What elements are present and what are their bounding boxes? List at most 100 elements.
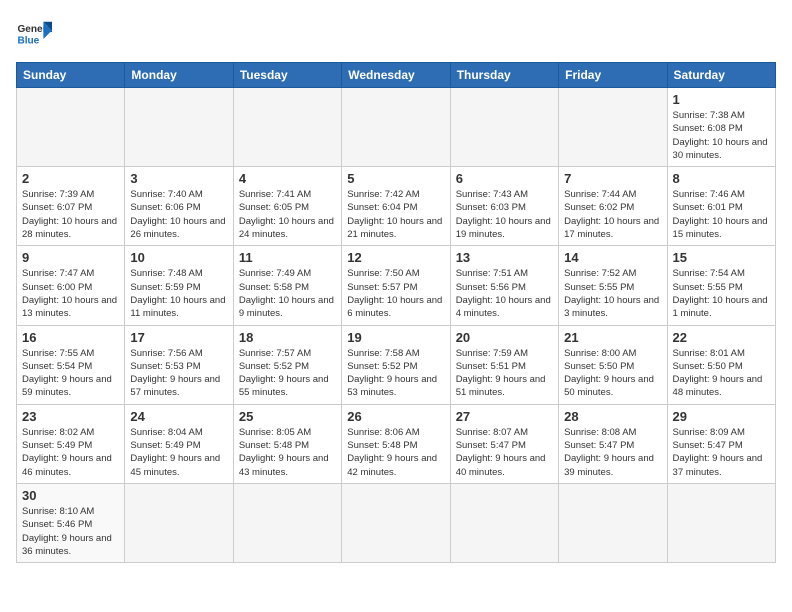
page-header: General Blue (16, 16, 776, 52)
calendar-cell: 25 Sunrise: 8:05 AM Sunset: 5:48 PM Dayli… (233, 404, 341, 483)
day-number: 28 (564, 409, 661, 424)
calendar-cell: 26 Sunrise: 8:06 AM Sunset: 5:48 PM Dayli… (342, 404, 450, 483)
day-info: Sunrise: 7:50 AM Sunset: 5:57 PM Dayligh… (347, 267, 444, 320)
calendar-cell (17, 88, 125, 167)
calendar-cell: 14 Sunrise: 7:52 AM Sunset: 5:55 PM Dayli… (559, 246, 667, 325)
day-info: Sunrise: 7:57 AM Sunset: 5:52 PM Dayligh… (239, 347, 336, 400)
day-number: 12 (347, 250, 444, 265)
logo-icon: General Blue (16, 16, 52, 52)
day-number: 29 (673, 409, 770, 424)
day-number: 8 (673, 171, 770, 186)
weekday-header: Sunday (17, 63, 125, 88)
day-number: 4 (239, 171, 336, 186)
calendar-cell: 2 Sunrise: 7:39 AM Sunset: 6:07 PM Daylig… (17, 167, 125, 246)
calendar-cell: 18 Sunrise: 7:57 AM Sunset: 5:52 PM Dayli… (233, 325, 341, 404)
calendar-cell: 8 Sunrise: 7:46 AM Sunset: 6:01 PM Daylig… (667, 167, 775, 246)
calendar-cell (559, 483, 667, 562)
day-number: 19 (347, 330, 444, 345)
day-info: Sunrise: 7:44 AM Sunset: 6:02 PM Dayligh… (564, 188, 661, 241)
calendar-cell (667, 483, 775, 562)
day-info: Sunrise: 7:48 AM Sunset: 5:59 PM Dayligh… (130, 267, 227, 320)
calendar-cell: 20 Sunrise: 7:59 AM Sunset: 5:51 PM Dayli… (450, 325, 558, 404)
calendar-cell: 7 Sunrise: 7:44 AM Sunset: 6:02 PM Daylig… (559, 167, 667, 246)
day-number: 20 (456, 330, 553, 345)
day-info: Sunrise: 7:56 AM Sunset: 5:53 PM Dayligh… (130, 347, 227, 400)
day-info: Sunrise: 7:58 AM Sunset: 5:52 PM Dayligh… (347, 347, 444, 400)
calendar-cell: 27Sunrise: 8:07 AM Sunset: 5:47 PM Dayli… (450, 404, 558, 483)
calendar-cell (125, 88, 233, 167)
calendar-cell: 5 Sunrise: 7:42 AM Sunset: 6:04 PM Daylig… (342, 167, 450, 246)
day-info: Sunrise: 7:40 AM Sunset: 6:06 PM Dayligh… (130, 188, 227, 241)
day-number: 9 (22, 250, 119, 265)
day-info: Sunrise: 8:08 AM Sunset: 5:47 PM Dayligh… (564, 426, 661, 479)
day-info: Sunrise: 8:05 AM Sunset: 5:48 PM Dayligh… (239, 426, 336, 479)
logo: General Blue (16, 16, 56, 52)
weekday-header: Monday (125, 63, 233, 88)
day-info: Sunrise: 7:55 AM Sunset: 5:54 PM Dayligh… (22, 347, 119, 400)
day-number: 3 (130, 171, 227, 186)
weekday-header: Tuesday (233, 63, 341, 88)
day-number: 30 (22, 488, 119, 503)
day-number: 7 (564, 171, 661, 186)
day-info: Sunrise: 8:09 AM Sunset: 5:47 PM Dayligh… (673, 426, 770, 479)
day-number: 18 (239, 330, 336, 345)
day-info: Sunrise: 7:54 AM Sunset: 5:55 PM Dayligh… (673, 267, 770, 320)
day-number: 15 (673, 250, 770, 265)
calendar-cell: 30 Sunrise: 8:10 AM Sunset: 5:46 PM Dayli… (17, 483, 125, 562)
day-number: 11 (239, 250, 336, 265)
day-info: Sunrise: 8:06 AM Sunset: 5:48 PM Dayligh… (347, 426, 444, 479)
day-info: Sunrise: 8:04 AM Sunset: 5:49 PM Dayligh… (130, 426, 227, 479)
weekday-header: Thursday (450, 63, 558, 88)
calendar-cell: 4Sunrise: 7:41 AM Sunset: 6:05 PM Daylig… (233, 167, 341, 246)
calendar-cell (233, 88, 341, 167)
calendar-cell: 29 Sunrise: 8:09 AM Sunset: 5:47 PM Dayli… (667, 404, 775, 483)
day-number: 25 (239, 409, 336, 424)
day-number: 14 (564, 250, 661, 265)
day-number: 13 (456, 250, 553, 265)
day-number: 26 (347, 409, 444, 424)
calendar-cell: 24 Sunrise: 8:04 AM Sunset: 5:49 PM Dayli… (125, 404, 233, 483)
calendar-cell: 6Sunrise: 7:43 AM Sunset: 6:03 PM Daylig… (450, 167, 558, 246)
day-info: Sunrise: 7:39 AM Sunset: 6:07 PM Dayligh… (22, 188, 119, 241)
calendar-cell (342, 88, 450, 167)
day-number: 23 (22, 409, 119, 424)
calendar-cell: 12 Sunrise: 7:50 AM Sunset: 5:57 PM Dayli… (342, 246, 450, 325)
calendar-cell: 15 Sunrise: 7:54 AM Sunset: 5:55 PM Dayli… (667, 246, 775, 325)
day-number: 16 (22, 330, 119, 345)
day-number: 21 (564, 330, 661, 345)
calendar-cell: 21 Sunrise: 8:00 AM Sunset: 5:50 PM Dayli… (559, 325, 667, 404)
calendar-cell: 9Sunrise: 7:47 AM Sunset: 6:00 PM Daylig… (17, 246, 125, 325)
day-info: Sunrise: 8:00 AM Sunset: 5:50 PM Dayligh… (564, 347, 661, 400)
calendar-cell: 13 Sunrise: 7:51 AM Sunset: 5:56 PM Dayli… (450, 246, 558, 325)
calendar-cell: 28 Sunrise: 8:08 AM Sunset: 5:47 PM Dayli… (559, 404, 667, 483)
day-info: Sunrise: 7:51 AM Sunset: 5:56 PM Dayligh… (456, 267, 553, 320)
calendar-cell: 22Sunrise: 8:01 AM Sunset: 5:50 PM Dayli… (667, 325, 775, 404)
calendar-cell (559, 88, 667, 167)
calendar-cell: 16 Sunrise: 7:55 AM Sunset: 5:54 PM Dayli… (17, 325, 125, 404)
day-number: 5 (347, 171, 444, 186)
calendar-cell (342, 483, 450, 562)
calendar-cell (233, 483, 341, 562)
day-info: Sunrise: 7:38 AM Sunset: 6:08 PM Dayligh… (673, 109, 770, 162)
weekday-header: Saturday (667, 63, 775, 88)
calendar-cell: 10Sunrise: 7:48 AM Sunset: 5:59 PM Dayli… (125, 246, 233, 325)
calendar-cell: 23 Sunrise: 8:02 AM Sunset: 5:49 PM Dayli… (17, 404, 125, 483)
calendar-cell (450, 88, 558, 167)
calendar-cell: 3 Sunrise: 7:40 AM Sunset: 6:06 PM Daylig… (125, 167, 233, 246)
day-info: Sunrise: 7:49 AM Sunset: 5:58 PM Dayligh… (239, 267, 336, 320)
day-number: 2 (22, 171, 119, 186)
day-number: 17 (130, 330, 227, 345)
day-info: Sunrise: 7:46 AM Sunset: 6:01 PM Dayligh… (673, 188, 770, 241)
day-number: 6 (456, 171, 553, 186)
day-info: Sunrise: 8:10 AM Sunset: 5:46 PM Dayligh… (22, 505, 119, 558)
day-info: Sunrise: 7:42 AM Sunset: 6:04 PM Dayligh… (347, 188, 444, 241)
day-number: 24 (130, 409, 227, 424)
day-info: Sunrise: 8:07 AM Sunset: 5:47 PM Dayligh… (456, 426, 553, 479)
day-info: Sunrise: 8:01 AM Sunset: 5:50 PM Dayligh… (673, 347, 770, 400)
day-info: Sunrise: 7:52 AM Sunset: 5:55 PM Dayligh… (564, 267, 661, 320)
day-info: Sunrise: 7:59 AM Sunset: 5:51 PM Dayligh… (456, 347, 553, 400)
calendar: SundayMondayTuesdayWednesdayThursdayFrid… (16, 62, 776, 563)
day-number: 1 (673, 92, 770, 107)
day-info: Sunrise: 8:02 AM Sunset: 5:49 PM Dayligh… (22, 426, 119, 479)
calendar-cell (450, 483, 558, 562)
